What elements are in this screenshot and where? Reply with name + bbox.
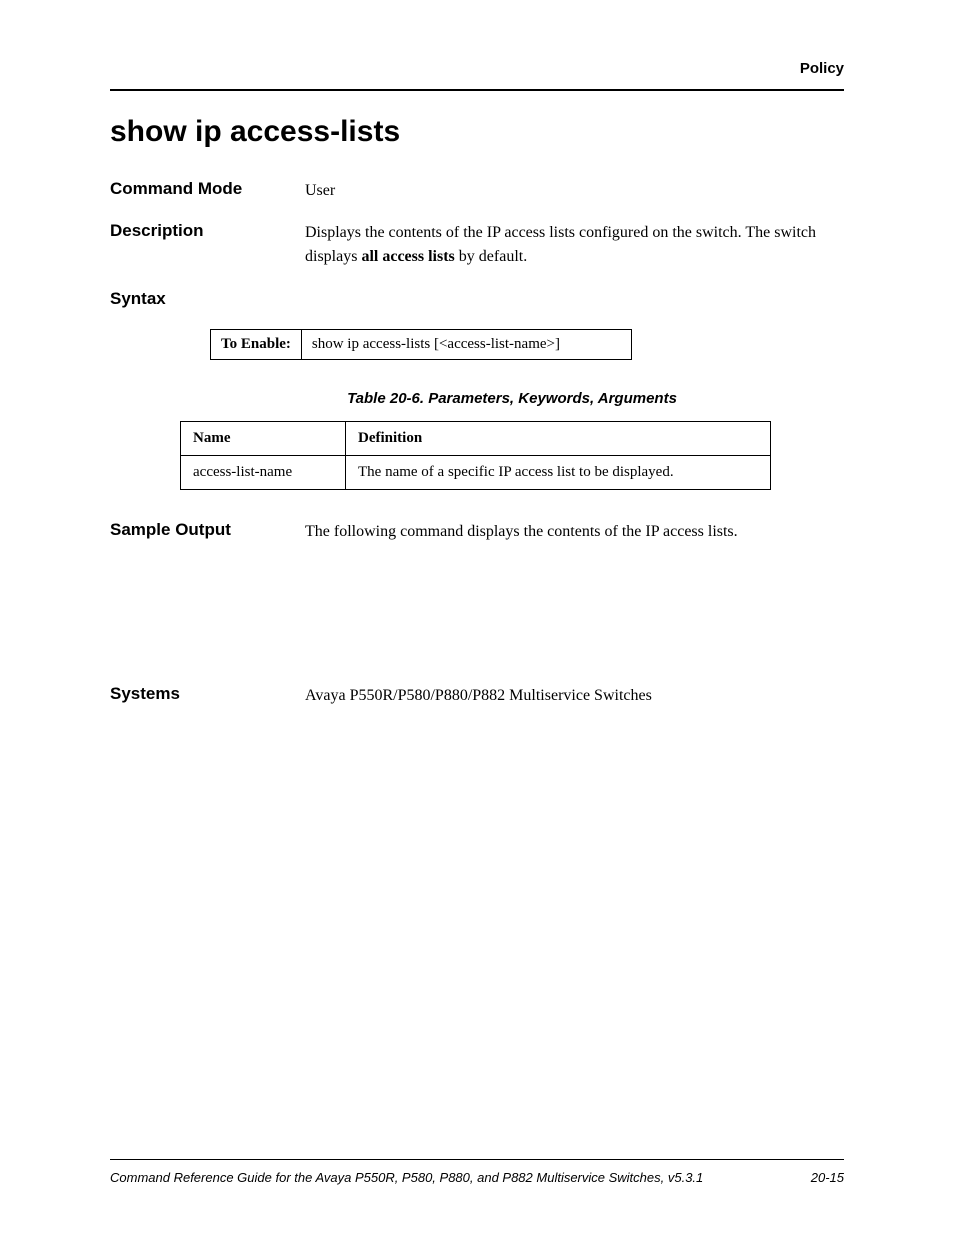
- systems-row: Systems Avaya P550R/P580/P880/P882 Multi…: [110, 684, 844, 708]
- command-mode-row: Command Mode User: [110, 179, 844, 203]
- command-mode-value: User: [305, 179, 844, 203]
- footer-page-number: 20-15: [811, 1170, 844, 1185]
- syntax-label: Syntax: [110, 289, 844, 309]
- param-row-name: access-list-name: [181, 456, 346, 490]
- sample-output-value: The following command displays the conte…: [305, 520, 844, 544]
- param-table-header-row: Name Definition: [181, 422, 771, 456]
- command-mode-label: Command Mode: [110, 179, 305, 199]
- description-text-post: by default.: [455, 248, 527, 265]
- syntax-row: To Enable: show ip access-lists [<access…: [211, 330, 632, 360]
- systems-value: Avaya P550R/P580/P880/P882 Multiservice …: [305, 684, 844, 708]
- footer-guide-title: Command Reference Guide for the Avaya P5…: [110, 1170, 703, 1185]
- syntax-to-enable-value: show ip access-lists [<access-list-name>…: [301, 330, 631, 360]
- param-header-name: Name: [181, 422, 346, 456]
- header-category: Policy: [110, 60, 844, 77]
- syntax-to-enable-label: To Enable:: [211, 330, 302, 360]
- sample-output-label: Sample Output: [110, 520, 305, 540]
- footer-rule: [110, 1159, 844, 1160]
- footer-row: Command Reference Guide for the Avaya P5…: [110, 1170, 844, 1185]
- page-footer: Command Reference Guide for the Avaya P5…: [110, 1159, 844, 1185]
- syntax-table: To Enable: show ip access-lists [<access…: [210, 329, 632, 360]
- header-rule: [110, 89, 844, 91]
- systems-label: Systems: [110, 684, 305, 704]
- description-row: Description Displays the contents of the…: [110, 221, 844, 269]
- sample-output-row: Sample Output The following command disp…: [110, 520, 844, 544]
- page-title: show ip access-lists: [110, 115, 844, 149]
- param-row-definition: The name of a specific IP access list to…: [346, 456, 771, 490]
- description-label: Description: [110, 221, 305, 241]
- description-text-bold: all access lists: [361, 248, 454, 265]
- param-header-definition: Definition: [346, 422, 771, 456]
- table-row: access-list-name The name of a specific …: [181, 456, 771, 490]
- description-value: Displays the contents of the IP access l…: [305, 221, 844, 269]
- param-table: Name Definition access-list-name The nam…: [180, 421, 771, 490]
- param-table-caption: Table 20-6. Parameters, Keywords, Argume…: [180, 390, 844, 407]
